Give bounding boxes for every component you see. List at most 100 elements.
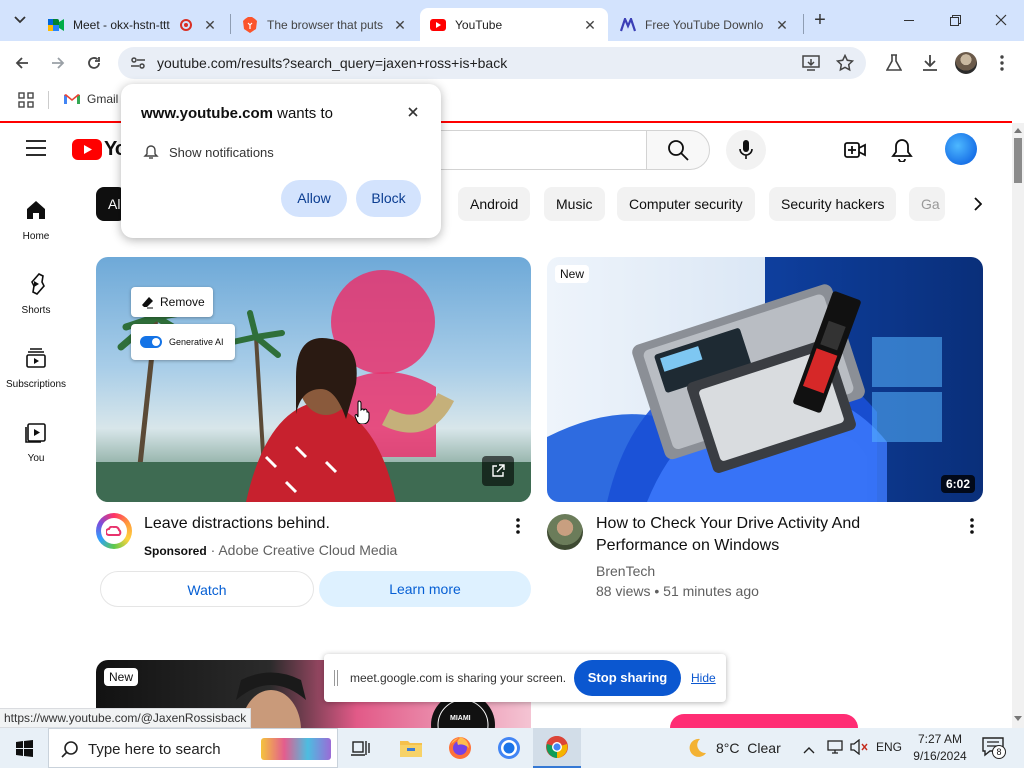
youtube-favicon-icon [430, 17, 446, 33]
labs-button[interactable] [880, 49, 908, 77]
chip-android[interactable]: Android [458, 187, 531, 221]
vertical-scrollbar[interactable] [1012, 123, 1024, 728]
bookmark-star-icon[interactable] [835, 53, 855, 77]
apps-grid-icon[interactable] [18, 92, 34, 113]
address-bar[interactable]: youtube.com/results?search_query=jaxen+r… [118, 47, 866, 79]
chip-music[interactable]: Music [544, 187, 605, 221]
tab-downloader[interactable]: Free YouTube Downlo ✕ [610, 8, 800, 41]
language-indicator[interactable]: ENG [876, 740, 902, 754]
chip-computer-security[interactable]: Computer security [617, 187, 755, 221]
sidebar-item-you[interactable]: You [0, 420, 72, 464]
close-tab-icon[interactable]: ✕ [582, 17, 598, 33]
task-view-button[interactable] [336, 728, 384, 768]
action-center-button[interactable]: 8 [982, 737, 1006, 762]
search-highlight-icon [261, 738, 331, 760]
sidebar-item-subscriptions[interactable]: Subscriptions [0, 346, 72, 390]
scroll-up-icon[interactable] [1014, 127, 1022, 133]
sidebar-item-shorts[interactable]: Shorts [0, 272, 72, 316]
network-button[interactable] [826, 739, 844, 760]
volume-button[interactable] [850, 738, 868, 760]
video-more-button[interactable] [970, 518, 974, 539]
windows-logo-icon [15, 739, 33, 757]
partial-pink-button[interactable] [670, 714, 858, 728]
youtube-logo-icon [72, 139, 102, 160]
url-text[interactable]: youtube.com/results?search_query=jaxen+r… [157, 55, 507, 71]
browser-toolbar: youtube.com/results?search_query=jaxen+r… [0, 41, 1024, 85]
sidebar-item-home[interactable]: Home [0, 198, 72, 242]
voice-search-button[interactable] [726, 130, 766, 170]
profile-button[interactable] [952, 49, 980, 77]
close-tab-icon[interactable]: ✕ [774, 17, 790, 33]
close-tab-icon[interactable]: ✕ [202, 17, 218, 33]
tab-meet[interactable]: Meet - okx-hstn-ttt ✕ [38, 8, 228, 41]
create-button[interactable] [843, 138, 867, 167]
channel-avatar[interactable] [547, 514, 583, 550]
firefox-icon [449, 737, 471, 759]
chips-next-button[interactable] [966, 192, 990, 216]
file-explorer-button[interactable] [387, 728, 435, 768]
new-badge: New [555, 265, 590, 283]
learn-more-button[interactable]: Learn more [319, 571, 531, 607]
network-icon [827, 740, 843, 754]
chip-security-hackers[interactable]: Security hackers [769, 187, 897, 221]
restore-button[interactable] [932, 0, 978, 40]
advertiser-name[interactable]: Adobe Creative Cloud Media [218, 542, 397, 558]
windows-taskbar: Type here to search 8°C Clear ENG 7:27 A… [0, 728, 1024, 768]
close-window-button[interactable] [978, 0, 1024, 40]
channel-name[interactable]: BrenTech [596, 561, 655, 581]
stop-sharing-button[interactable]: Stop sharing [574, 660, 681, 696]
search-icon [61, 741, 78, 758]
hamburger-icon [26, 140, 46, 156]
view-count: 88 views [596, 583, 651, 599]
external-link-icon [492, 464, 505, 477]
reload-button[interactable] [80, 49, 108, 77]
scrollbar-thumb[interactable] [1014, 138, 1022, 183]
video-title-line2[interactable]: Performance on Windows [596, 535, 779, 557]
tab-youtube[interactable]: YouTube ✕ [420, 8, 608, 41]
menu-button[interactable] [988, 49, 1016, 77]
tab-brave[interactable]: The browser that puts ✕ [232, 8, 418, 41]
account-avatar[interactable] [945, 133, 977, 165]
watch-button[interactable]: Watch [100, 571, 314, 607]
back-button[interactable] [8, 49, 36, 77]
downloader-favicon-icon [620, 17, 636, 33]
hamburger-menu-button[interactable] [26, 140, 46, 161]
block-button[interactable]: Block [356, 180, 421, 217]
new-tab-button[interactable]: + [806, 6, 834, 34]
tab-search-button[interactable] [6, 6, 34, 34]
share-message: meet.google.com is sharing your screen. [350, 671, 567, 685]
video-thumbnail[interactable]: New 6:02 [547, 257, 983, 502]
show-hidden-icons-button[interactable] [803, 741, 815, 759]
drag-handle-icon[interactable] [334, 670, 338, 686]
sidebar-item-label: Subscriptions [5, 379, 67, 390]
bookmark-gmail[interactable]: Gmail [64, 92, 118, 106]
chrome-active-button[interactable] [533, 728, 581, 768]
downloads-button[interactable] [916, 49, 944, 77]
hide-link[interactable]: Hide [691, 671, 716, 685]
upload-age: 51 minutes ago [663, 583, 759, 599]
weather-widget[interactable]: 8°C Clear [686, 728, 781, 768]
start-button[interactable] [0, 728, 48, 768]
scroll-down-icon[interactable] [1014, 716, 1022, 722]
taskbar-search-box[interactable]: Type here to search [48, 728, 338, 768]
site-info-icon[interactable] [130, 55, 146, 76]
adobe-avatar[interactable] [96, 513, 132, 549]
chip-partial[interactable]: Ga [909, 187, 945, 221]
chrome-button[interactable] [485, 728, 533, 768]
ad-thumbnail[interactable]: Remove Generative AI [96, 257, 531, 502]
ad-title[interactable]: Leave distractions behind. [144, 513, 330, 535]
open-external-button[interactable] [482, 456, 514, 486]
close-tab-icon[interactable]: ✕ [392, 17, 408, 33]
notifications-button[interactable] [891, 138, 913, 167]
search-button[interactable] [646, 130, 710, 170]
forward-button[interactable] [44, 49, 72, 77]
ad-more-button[interactable] [516, 518, 520, 539]
bookmark-label: Gmail [87, 92, 119, 106]
allow-button[interactable]: Allow [281, 180, 347, 217]
clock[interactable]: 7:27 AM 9/16/2024 [908, 731, 972, 765]
install-app-icon[interactable] [802, 54, 820, 77]
video-title-line1[interactable]: How to Check Your Drive Activity And [596, 513, 860, 535]
minimize-button[interactable] [886, 0, 932, 40]
firefox-button[interactable] [436, 728, 484, 768]
popup-close-button[interactable] [403, 102, 423, 122]
